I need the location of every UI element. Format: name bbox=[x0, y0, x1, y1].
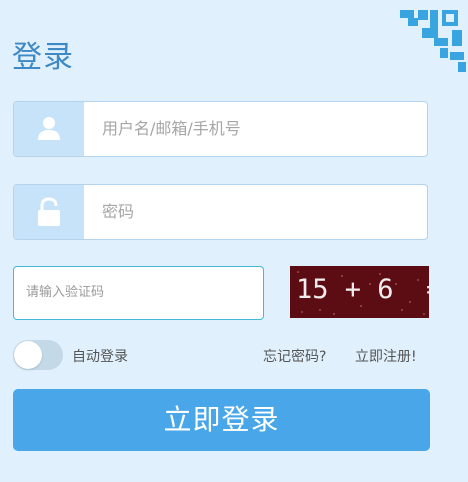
qr-code-icon[interactable] bbox=[398, 0, 468, 75]
lock-icon bbox=[14, 185, 84, 239]
register-link[interactable]: 立即注册! bbox=[355, 346, 417, 366]
auto-login-toggle[interactable] bbox=[13, 340, 63, 370]
toggle-knob bbox=[14, 341, 42, 369]
password-field[interactable]: 密码 bbox=[13, 184, 428, 240]
username-field[interactable]: 用户名/邮箱/手机号 bbox=[13, 101, 428, 157]
auto-login-label: 自动登录 bbox=[72, 349, 128, 365]
captcha-input[interactable]: 请输入验证码 bbox=[13, 266, 264, 320]
captcha-text: 15 + 6 = ? bbox=[296, 274, 429, 305]
login-button[interactable]: 立即登录 bbox=[13, 389, 430, 451]
forgot-password-link[interactable]: 忘记密码? bbox=[263, 346, 326, 366]
page-title: 登录 bbox=[12, 40, 74, 75]
username-input[interactable]: 用户名/邮箱/手机号 bbox=[102, 102, 241, 156]
captcha-placeholder: 请输入验证码 bbox=[26, 285, 105, 300]
password-input[interactable]: 密码 bbox=[102, 185, 134, 239]
user-icon bbox=[14, 102, 84, 156]
captcha-image[interactable]: 15 + 6 = ? bbox=[290, 266, 429, 318]
